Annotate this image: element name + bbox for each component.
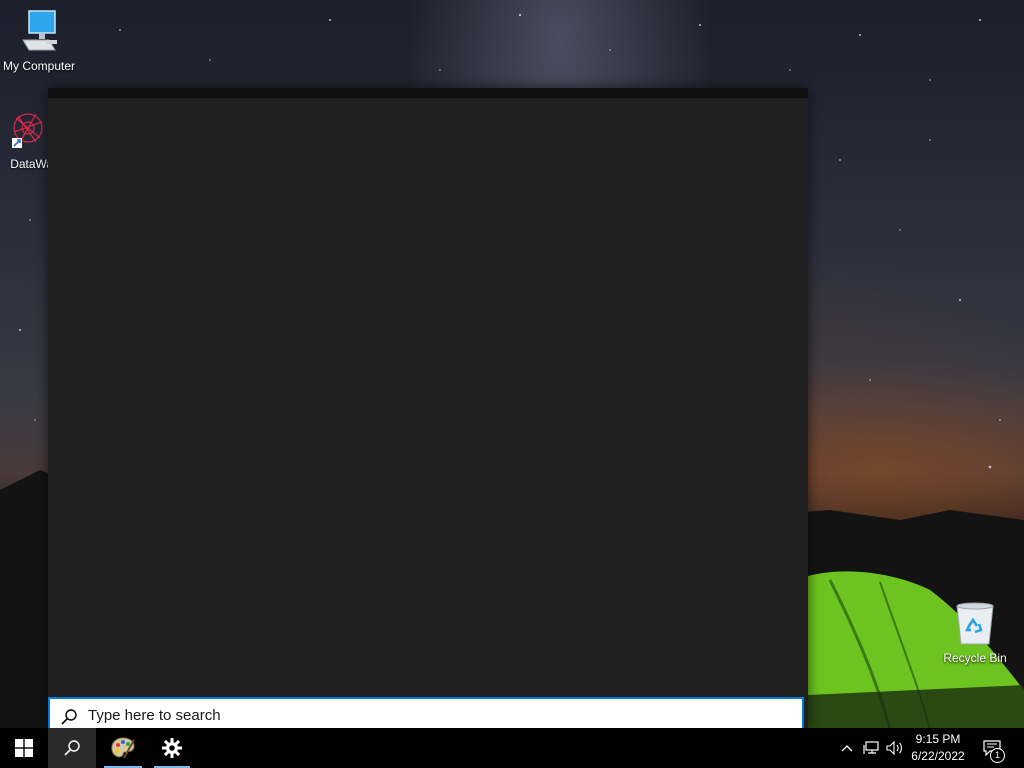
desktop-icon-label: My Computer (2, 59, 76, 73)
search-box[interactable] (48, 697, 804, 728)
taskbar: 9:15 PM 6/22/2022 1 (0, 728, 1024, 768)
search-icon (61, 709, 77, 725)
chevron-up-icon (841, 745, 853, 752)
search-icon (64, 740, 80, 756)
taskbar-search-button[interactable] (48, 728, 96, 768)
desktop-icon-label: Recycle Bin (943, 651, 1007, 665)
windows-logo-icon (15, 739, 33, 757)
search-input[interactable] (88, 704, 788, 726)
clock-date: 6/22/2022 (911, 749, 965, 763)
datawag-app-icon (12, 113, 43, 148)
start-button[interactable] (0, 728, 48, 768)
search-flyout-panel (48, 88, 808, 728)
desktop-icon-recycle-bin[interactable]: Recycle Bin (933, 600, 1017, 665)
show-hidden-icons-button[interactable] (838, 728, 856, 768)
taskbar-clock[interactable]: 9:15 PM 6/22/2022 (900, 728, 976, 768)
paint-palette-icon (111, 737, 135, 759)
clock-time: 9:15 PM (915, 732, 961, 746)
taskbar-app-paint[interactable] (102, 728, 144, 768)
panel-top-bar (48, 88, 808, 98)
computer-icon (22, 10, 57, 51)
recycle-bin-icon (956, 602, 994, 645)
gear-icon (162, 738, 182, 758)
network-icon (863, 741, 879, 754)
taskbar-app-settings[interactable] (152, 728, 192, 768)
desktop-icon-my-computer[interactable]: My Computer (0, 10, 81, 73)
notification-count-badge: 1 (990, 748, 1005, 763)
network-tray-button[interactable] (860, 728, 882, 768)
